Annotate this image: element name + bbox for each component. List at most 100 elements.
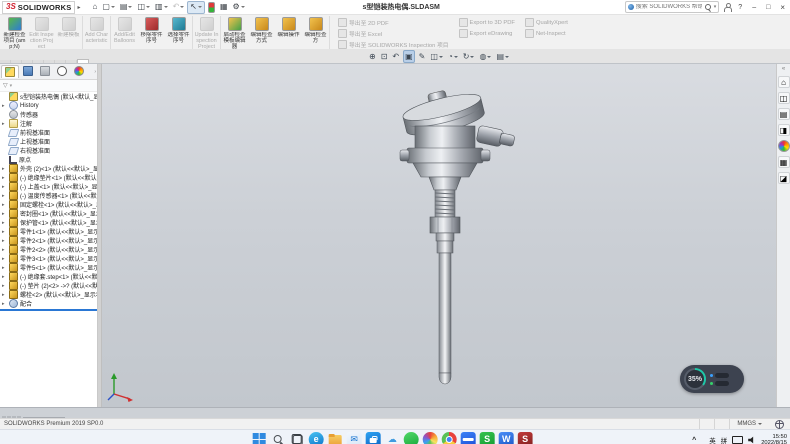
expand-arrow-icon[interactable]: ▸ xyxy=(2,103,7,109)
tree-item[interactable]: ▸ 零件1<1> (默认<<默认>_显示状态 xyxy=(0,227,97,236)
dictionary-icon[interactable] xyxy=(461,432,476,444)
volume-icon[interactable] xyxy=(748,436,756,444)
select-icon[interactable]: ↖ xyxy=(187,1,205,14)
recorder-row[interactable] xyxy=(710,373,729,378)
module-tab[interactable] xyxy=(66,60,77,63)
solidworks-taskbar-icon[interactable]: S xyxy=(518,432,533,444)
tree-filter[interactable]: ▽ ▾ xyxy=(0,80,97,92)
module-tab[interactable] xyxy=(33,60,44,63)
zoom-fit-icon[interactable]: ⊕ xyxy=(368,51,377,62)
start-button[interactable] xyxy=(252,432,267,444)
ribbon-button[interactable]: 启动检查模板编辑器 xyxy=(221,16,248,50)
panel-tabs-overflow-icon[interactable]: › xyxy=(94,69,96,75)
expand-arrow-icon[interactable]: ▸ xyxy=(2,274,7,280)
tree-item[interactable]: ▸ 配合 xyxy=(0,299,97,308)
undo-icon[interactable]: ↶ xyxy=(171,2,187,13)
edit-appearance-icon[interactable]: ◔ xyxy=(447,51,459,62)
view-tab[interactable] xyxy=(51,417,65,418)
expand-arrow-icon[interactable]: ▸ xyxy=(2,283,7,289)
mail-icon[interactable]: ✉ xyxy=(347,432,362,444)
export-item[interactable]: 导出至 Excel xyxy=(338,29,449,38)
export-item[interactable]: Net-Inspect xyxy=(525,29,568,38)
expand-arrow-icon[interactable]: ▸ xyxy=(2,121,7,127)
solidworks-logo[interactable]: 3S SOLIDWORKS xyxy=(2,1,75,14)
ribbon-button[interactable]: 编辑检查方 xyxy=(302,16,330,50)
module-tab[interactable] xyxy=(44,60,55,63)
design-library-icon[interactable]: ◫ xyxy=(778,92,790,104)
graphics-viewport[interactable]: 35% xyxy=(102,64,776,407)
wechat-icon[interactable] xyxy=(404,432,419,444)
view-tab-nav-icon[interactable] xyxy=(17,416,21,418)
tree-item[interactable]: ▸ (-) 温度传感器<1> (默认<<默认>_显 xyxy=(0,191,97,200)
tree-item[interactable]: ▸ 零件5<1> (默认<<默认>_显示状态 xyxy=(0,263,97,272)
tree-item[interactable]: ▸ 传感器 xyxy=(0,110,97,119)
view-orientation-icon[interactable]: ↻ xyxy=(462,51,476,62)
expand-arrow-icon[interactable]: ▸ xyxy=(2,229,7,235)
export-item[interactable]: QualityXpert xyxy=(525,18,568,27)
ribbon-button[interactable]: Update Inspection Project xyxy=(193,16,221,50)
export-item[interactable]: Export to 3D PDF xyxy=(459,18,515,27)
tree-item[interactable]: ▸ 注解 xyxy=(0,119,97,128)
language-globe-icon[interactable] xyxy=(775,420,784,429)
search-button[interactable] xyxy=(271,432,286,444)
view-tab-nav-icon[interactable] xyxy=(12,416,16,418)
view-tab[interactable] xyxy=(37,417,51,418)
module-tab[interactable] xyxy=(77,59,89,63)
ribbon-button[interactable]: Add Characteristic xyxy=(83,16,111,50)
custom-properties-icon[interactable]: ▦ xyxy=(778,156,790,168)
restore-button[interactable]: □ xyxy=(763,2,773,13)
export-item[interactable]: 导出至 2D PDF xyxy=(338,18,449,27)
expand-arrow-icon[interactable]: ▸ xyxy=(2,175,7,181)
save-icon[interactable]: ◫ xyxy=(135,2,152,13)
help-search[interactable]: ▾ xyxy=(625,1,720,13)
module-tab[interactable] xyxy=(0,60,11,63)
tree-item[interactable]: ▸ 零件2<2> (默认<<默认>_显示状态 xyxy=(0,245,97,254)
tree-item[interactable]: ▸ s型铠装热电偶 (默认<默认_显示状态-1> xyxy=(0,92,97,101)
featuremanager-tab[interactable] xyxy=(1,65,19,78)
expand-arrow-icon[interactable]: ▸ xyxy=(2,166,7,172)
edge-icon[interactable]: e xyxy=(309,432,324,444)
displaymanager-tab[interactable] xyxy=(71,65,87,77)
file-explorer-icon[interactable] xyxy=(328,432,343,444)
expand-arrow-icon[interactable]: ▸ xyxy=(2,265,7,271)
expand-arrow-icon[interactable]: ▸ xyxy=(2,292,7,298)
view-palette-icon[interactable]: ◨ xyxy=(778,124,790,136)
file-properties-icon[interactable]: ▦ xyxy=(218,2,230,13)
word-icon[interactable]: W xyxy=(499,432,514,444)
solidworks-resources-icon[interactable]: ⌂ xyxy=(778,76,790,88)
search-icon[interactable] xyxy=(704,3,712,11)
dimxpertmanager-tab[interactable] xyxy=(54,65,70,77)
weather-icon[interactable]: ☁ xyxy=(385,432,400,444)
home-icon[interactable]: ⌂ xyxy=(90,2,99,13)
export-item[interactable]: 导出至 SOLIDWORKS Inspection 项目 xyxy=(338,40,449,49)
browser-wheel-icon[interactable] xyxy=(423,432,438,444)
expand-arrow-icon[interactable]: ▸ xyxy=(2,202,7,208)
annotation-view-icon[interactable]: ✎ xyxy=(418,51,427,62)
expand-arrow-icon[interactable]: ▸ xyxy=(2,193,7,199)
options-icon[interactable]: ⚙ xyxy=(231,2,247,13)
close-button[interactable]: × xyxy=(777,2,788,13)
forum-icon[interactable]: ◪ xyxy=(778,172,790,184)
ime-language-indicator[interactable]: 英 xyxy=(709,435,716,444)
tree-item[interactable]: ▸ 右视基准面 xyxy=(0,146,97,155)
module-tab[interactable] xyxy=(55,60,66,63)
tree-item[interactable]: ▸ (-) 上盖<1> (默认<<默认>_显示状态 xyxy=(0,182,97,191)
task-pane-collapse-icon[interactable]: « xyxy=(782,66,785,72)
ribbon-button[interactable]: Edit Inspection Project xyxy=(28,16,55,50)
expand-arrow-icon[interactable]: ▸ xyxy=(2,301,7,307)
view-settings-icon[interactable]: ▤ xyxy=(495,51,510,62)
menu-expand-icon[interactable]: ▸ xyxy=(77,4,80,11)
view-tab[interactable] xyxy=(23,417,37,418)
export-item[interactable]: Export eDrawing xyxy=(459,29,515,38)
open-icon[interactable]: ▤ xyxy=(118,2,135,13)
minimize-button[interactable]: – xyxy=(749,2,759,13)
tree-item[interactable]: ▸ 零件2<1> (默认<<默认>_显示状态 xyxy=(0,236,97,245)
3d-model[interactable] xyxy=(387,90,627,407)
hide-show-items-icon[interactable]: ◫ xyxy=(429,51,444,62)
search-caret-icon[interactable]: ▾ xyxy=(714,4,717,10)
zoom-area-icon[interactable]: ⊡ xyxy=(380,51,389,62)
network-icon[interactable] xyxy=(732,436,743,444)
tree-item[interactable]: ▸ 密封圈<1> (默认<<默认>_显示状态 xyxy=(0,209,97,218)
ribbon-button[interactable]: 新建检查项目 (amp;N) xyxy=(1,16,28,50)
print-icon[interactable]: ▥ xyxy=(153,2,170,13)
